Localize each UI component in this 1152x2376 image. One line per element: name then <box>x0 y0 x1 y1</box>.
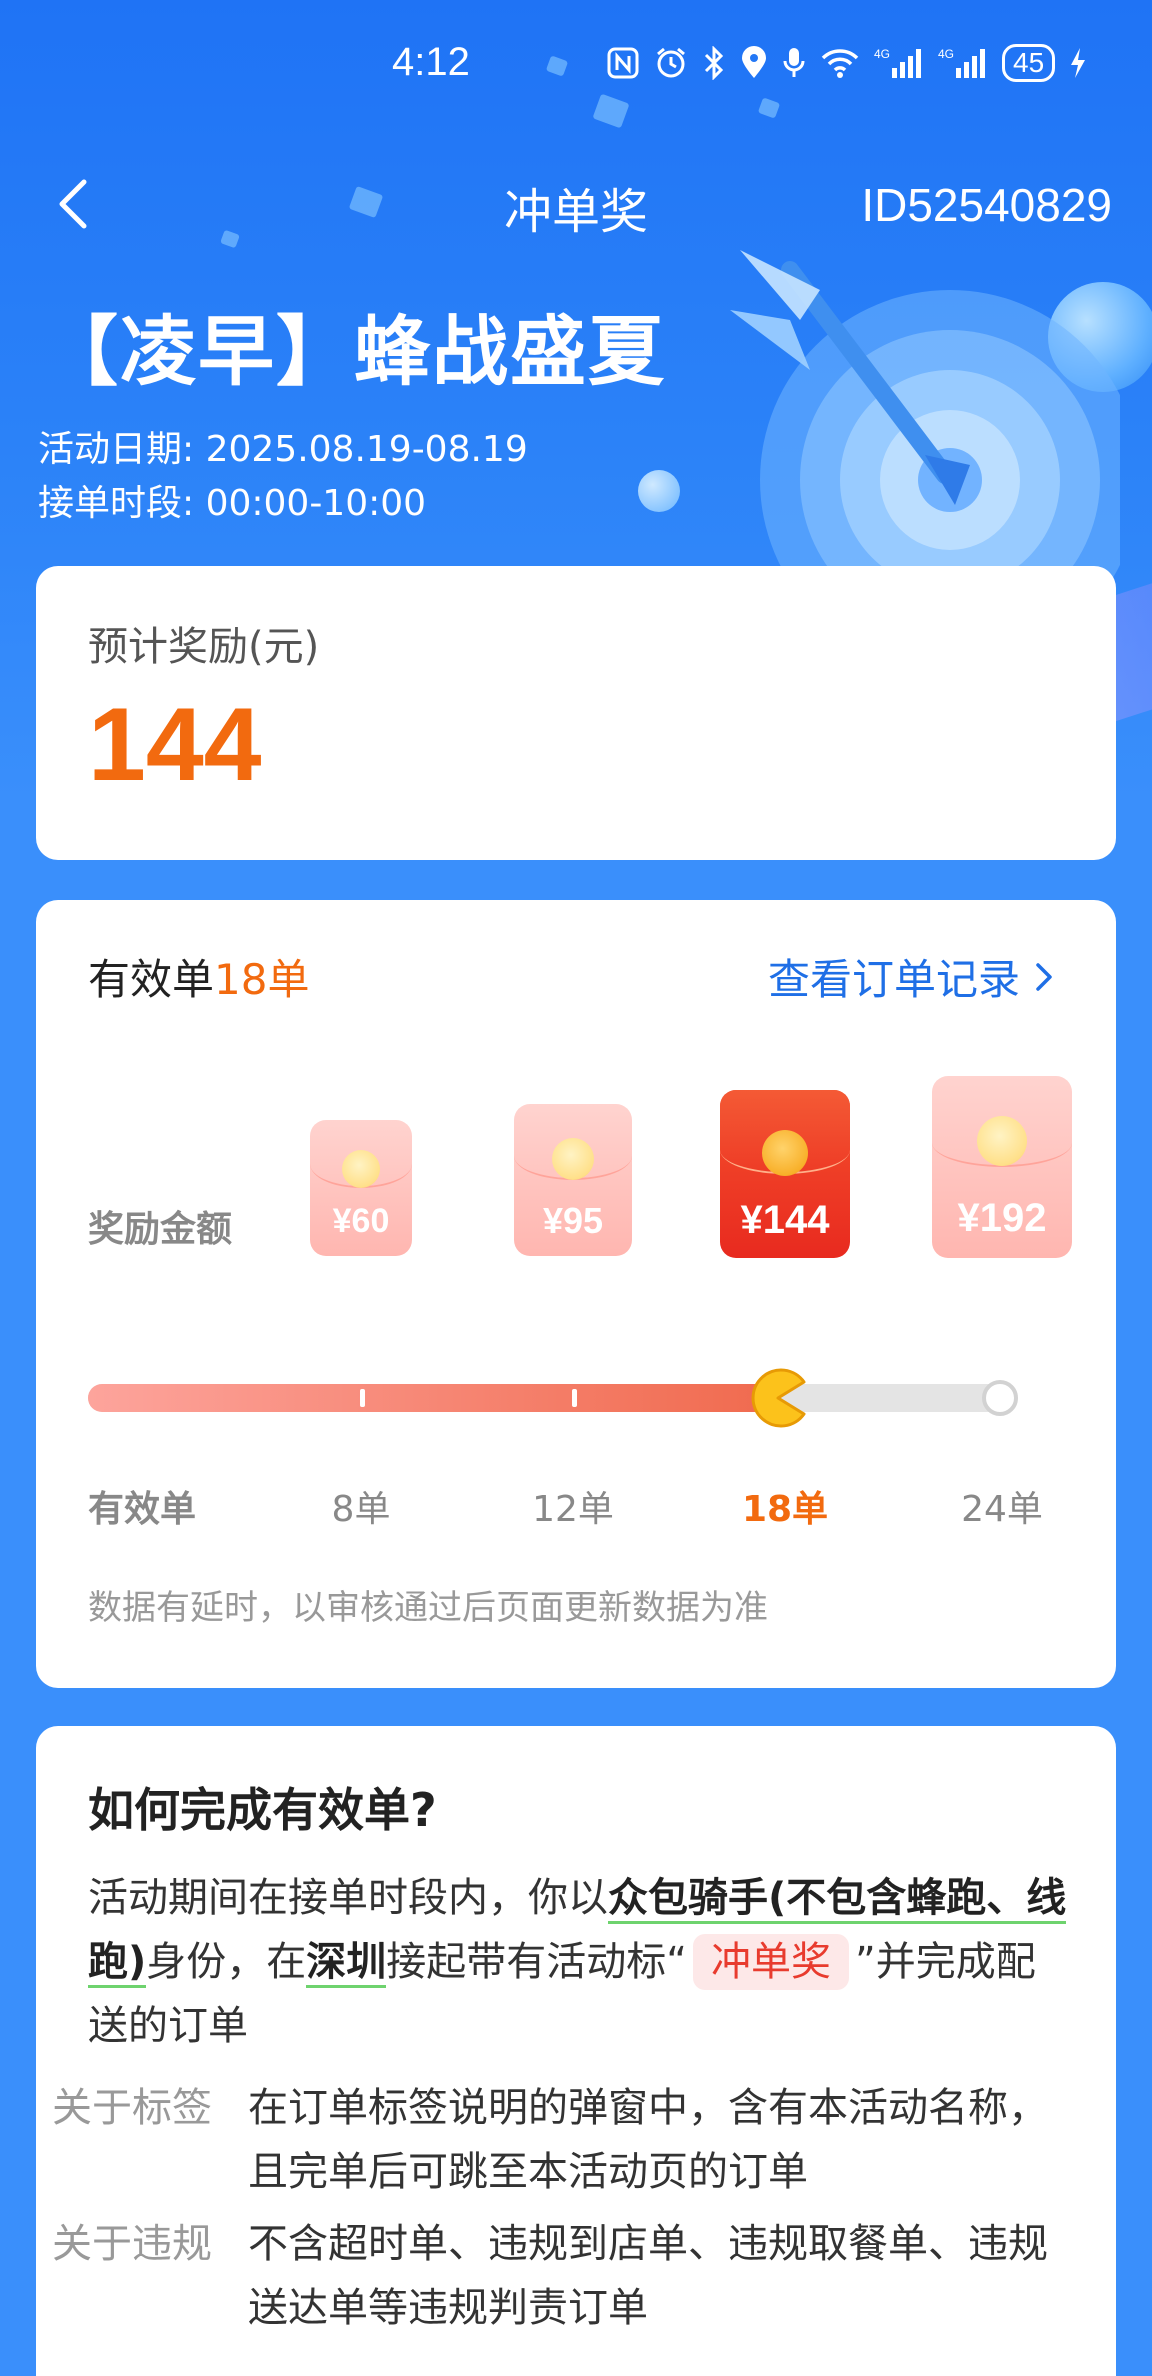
activity-time-window: 接单时段: 00:00-10:00 <box>38 483 427 524</box>
reward-envelope-amount: ¥144 <box>740 1198 830 1242</box>
coin-icon <box>552 1138 594 1180</box>
valid-order-prefix: 有效单 <box>88 955 215 1004</box>
alarm-icon <box>657 47 685 78</box>
reward-envelope-amount: ¥60 <box>332 1202 390 1240</box>
reward-label: 预计奖励(元) <box>88 624 320 670</box>
signal-icon: 4G <box>938 47 985 78</box>
reward-amount-label: 奖励金额 <box>88 1209 233 1250</box>
activity-title: 【凌早】蜂战盛夏 <box>42 307 666 396</box>
howto-description: 活动期间在接单时段内，你以众包骑手(不包含蜂跑、线跑)身份，在深圳接起带有活动标… <box>88 1866 1068 2058</box>
reward-envelope-amount: ¥192 <box>957 1196 1047 1240</box>
signal-icon: 4G <box>874 47 921 78</box>
wifi-icon <box>821 49 859 78</box>
valid-order-number: 18单 <box>214 955 310 1004</box>
valid-order-count: 有效单18单 <box>88 946 309 1007</box>
decor-ball <box>638 470 680 512</box>
rule-value: 不含超时单、违规到店单、违规取餐单、违规送达单等违规判责订单 <box>248 2221 1048 2331</box>
nfc-icon <box>607 47 639 79</box>
howto-title: 如何完成有效单? <box>88 1783 437 1837</box>
progress-track <box>88 1380 1018 1416</box>
progress-card: 有效单18单 查看订单记录 奖励金额 ¥60 ¥95 ¥144 ¥192 有效单… <box>36 900 1116 1688</box>
rule-key: 关于标签 <box>52 2085 212 2131</box>
rule-key: 关于违规 <box>52 2221 212 2267</box>
progress-tick <box>572 1389 577 1407</box>
coin-icon <box>342 1150 380 1188</box>
status-bar: 4:12 4G 4G 45 <box>0 0 1152 130</box>
howto-text-part: 接起带有活动标“ <box>386 1939 688 1985</box>
charging-icon <box>1071 48 1086 78</box>
reward-envelope: ¥60 <box>310 1120 412 1256</box>
rule-value: 在订单标签说明的弹窗中，含有本活动名称，且完单后可跳至本活动页的订单 <box>248 2085 1048 2195</box>
battery-icon: 45 <box>1002 44 1056 82</box>
activity-tag-chip: 冲单奖 <box>693 1934 850 1990</box>
howto-text-part: 活动期间在接单时段内，你以 <box>88 1875 608 1921</box>
progress-fill <box>88 1384 778 1412</box>
reward-envelope-current: ¥144 <box>720 1090 850 1258</box>
city-highlight: 深圳 <box>306 1939 387 1988</box>
status-time: 4:12 <box>392 40 470 84</box>
reward-envelope: ¥192 <box>932 1076 1072 1258</box>
rule-about-tag: 关于标签 在订单标签说明的弹窗中，含有本活动名称，且完单后可跳至本活动页的订单 <box>52 2076 1052 2204</box>
activity-date: 活动日期: 2025.08.19-08.19 <box>38 429 528 470</box>
estimated-reward-card: 预计奖励(元) 144 <box>36 566 1116 860</box>
coin-icon <box>977 1116 1027 1166</box>
chevron-right-icon <box>1036 962 1052 991</box>
view-order-records-link[interactable]: 查看订单记录 <box>768 946 1054 1007</box>
data-delay-note: 数据有延时，以审核通过后页面更新数据为准 <box>88 1588 768 1628</box>
view-order-records-label: 查看订单记录 <box>767 955 1020 1004</box>
location-icon <box>742 46 766 78</box>
reward-envelope: ¥95 <box>514 1104 632 1256</box>
mic-icon <box>783 48 805 77</box>
milestone-label: 12单 <box>532 1489 614 1530</box>
progress-tick <box>360 1389 365 1407</box>
signal-label: 4G <box>874 47 890 61</box>
reward-value: 144 <box>88 687 262 803</box>
milestone-label: 24单 <box>961 1489 1043 1530</box>
milestone-label-current: 18单 <box>741 1489 829 1530</box>
progress-indicator-icon <box>751 1368 806 1428</box>
signal-label: 4G <box>938 47 954 61</box>
valid-order-row-label: 有效单 <box>88 1489 197 1530</box>
status-icons: 4G 4G 45 <box>606 44 1087 82</box>
rule-about-violation: 关于违规 不含超时单、违规到店单、违规取餐单、违规送达单等违规判责订单 <box>52 2212 1052 2340</box>
top-nav: 冲单奖 ID52540829 <box>0 160 1152 250</box>
howto-text-part: 身份，在 <box>146 1939 307 1985</box>
milestone-label: 8单 <box>331 1489 391 1530</box>
activity-id: ID52540829 <box>861 179 1112 231</box>
bluetooth-icon <box>704 46 724 80</box>
coin-icon <box>762 1130 808 1176</box>
progress-end-marker <box>982 1380 1018 1416</box>
reward-envelope-amount: ¥95 <box>542 1200 604 1241</box>
